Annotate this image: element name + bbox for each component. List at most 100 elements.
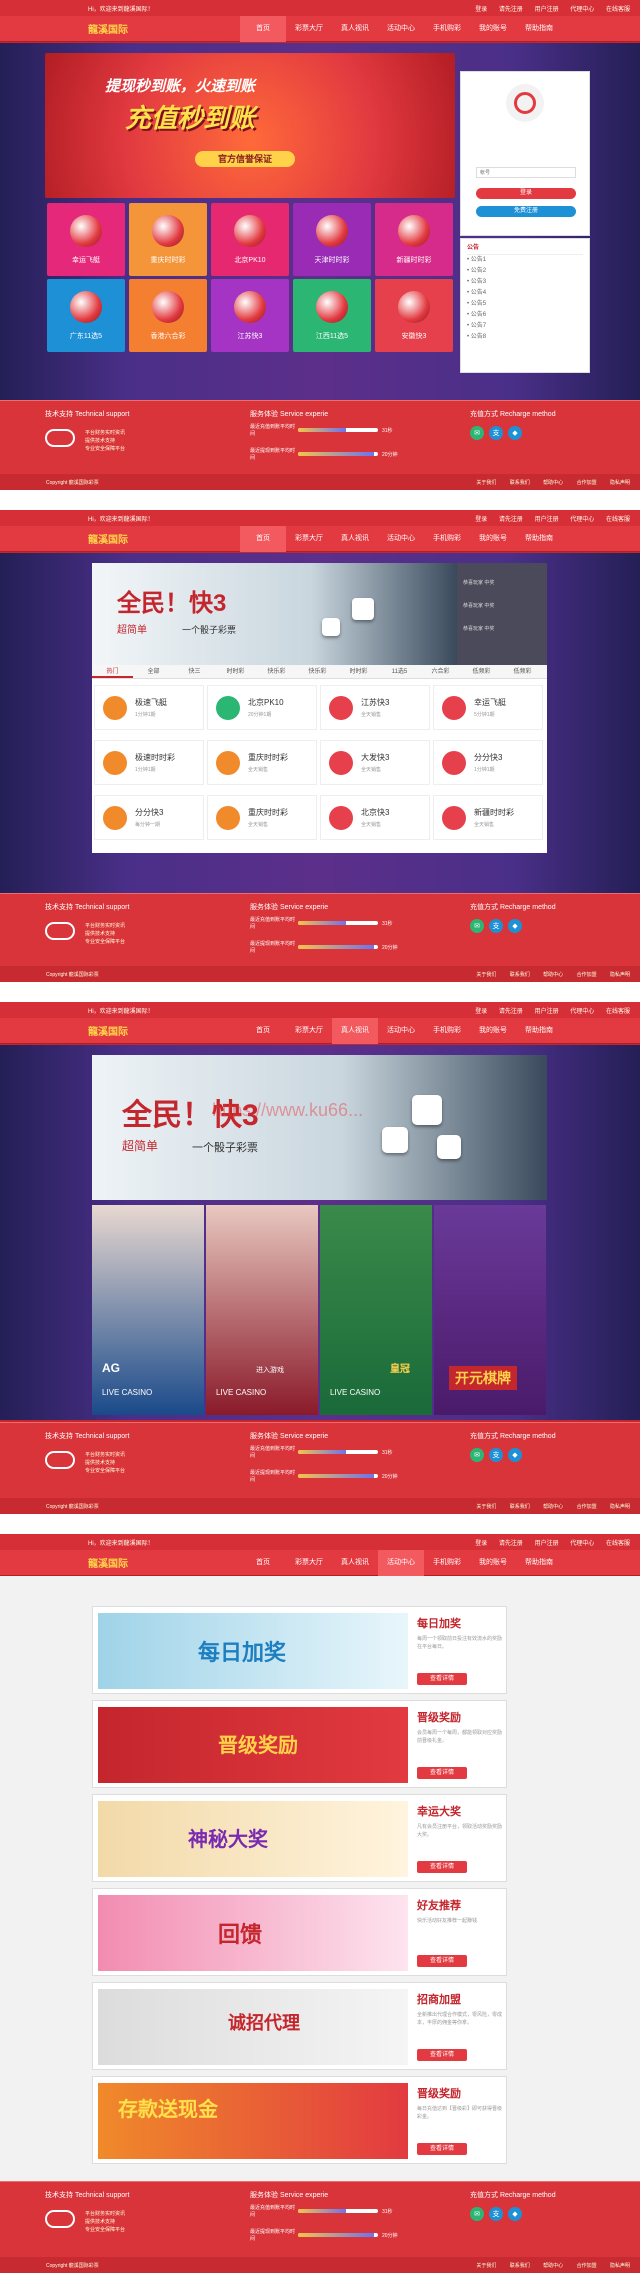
lottery-card[interactable]: 极速飞艇 1分钟1期 [94, 685, 204, 730]
hero-button[interactable]: 官方信誉保证 [195, 151, 295, 167]
tab[interactable]: 时时彩 [338, 665, 379, 678]
top-link[interactable]: 用户注册 [535, 7, 559, 13]
top-link[interactable]: 在线客服 [606, 517, 630, 523]
nav-item-account[interactable]: 我的账号 [470, 526, 516, 552]
promo-detail-button[interactable]: 查看详情 [417, 2049, 467, 2061]
notice-item[interactable]: • 公告5 [467, 299, 583, 310]
lottery-card[interactable]: 极速时时彩 1分钟1期 [94, 740, 204, 785]
tab-hot[interactable]: 热门 [92, 665, 133, 678]
bottom-link[interactable]: 帮助中心 [543, 480, 563, 486]
bottom-link[interactable]: 隐私声明 [610, 2263, 630, 2269]
lottery-tile[interactable]: 江苏快3 [211, 279, 289, 352]
nav-item-help[interactable]: 帮助指南 [516, 1550, 562, 1576]
promo-detail-button[interactable]: 查看详情 [417, 1861, 467, 1873]
bottom-link[interactable]: 帮助中心 [543, 972, 563, 978]
top-link[interactable]: 在线客服 [606, 1541, 630, 1547]
top-link[interactable]: 请先注册 [499, 517, 523, 523]
nav-item-mobile[interactable]: 手机购彩 [424, 1550, 470, 1576]
lottery-tile[interactable]: 香港六合彩 [129, 279, 207, 352]
casino-card[interactable]: 开元棋牌 [434, 1205, 546, 1415]
register-button[interactable]: 免费注册 [476, 206, 576, 217]
lottery-tile[interactable]: 北京PK10 [211, 203, 289, 276]
top-link[interactable]: 用户注册 [535, 1541, 559, 1547]
casino-card[interactable]: LIVE CASINO 进入游戏 [206, 1205, 318, 1415]
bottom-link[interactable]: 联系我们 [510, 972, 530, 978]
notice-item[interactable]: • 公告3 [467, 277, 583, 288]
top-link[interactable]: 请先注册 [499, 1009, 523, 1015]
lottery-card[interactable]: 幸运飞艇 5分钟1期 [433, 685, 543, 730]
tab[interactable]: 时时彩 [215, 665, 256, 678]
username-input[interactable] [476, 167, 576, 178]
notice-item[interactable]: • 公告6 [467, 310, 583, 321]
lottery-card[interactable]: 大发快3 全天销售 [320, 740, 430, 785]
tab[interactable]: 全部 [133, 665, 174, 678]
lottery-card[interactable]: 北京快3 全天销售 [320, 795, 430, 840]
notice-item[interactable]: • 公告7 [467, 321, 583, 332]
promo-detail-button[interactable]: 查看详情 [417, 1955, 467, 1967]
nav-item-promotions[interactable]: 活动中心 [378, 1018, 424, 1044]
lottery-card[interactable]: 江苏快3 全天销售 [320, 685, 430, 730]
nav-item-live[interactable]: 真人视讯 [332, 1550, 378, 1576]
bottom-link[interactable]: 联系我们 [510, 1504, 530, 1510]
nav-item-promotions[interactable]: 活动中心 [378, 526, 424, 552]
bottom-link[interactable]: 合作加盟 [577, 1504, 597, 1510]
top-link[interactable]: 登录 [475, 7, 487, 13]
top-link[interactable]: 代理中心 [570, 1009, 594, 1015]
top-link[interactable]: 代理中心 [570, 7, 594, 13]
nav-item-promotions[interactable]: 活动中心 [378, 1549, 424, 1576]
lottery-tile[interactable]: 安徽快3 [375, 279, 453, 352]
lottery-card[interactable]: 分分快3 每分钟一期 [94, 795, 204, 840]
bottom-link[interactable]: 关于我们 [476, 2263, 496, 2269]
nav-item-promotions[interactable]: 活动中心 [378, 16, 424, 42]
lottery-card[interactable]: 重庆时时彩 全天销售 [207, 795, 317, 840]
top-link[interactable]: 在线客服 [606, 7, 630, 13]
bottom-link[interactable]: 帮助中心 [543, 2263, 563, 2269]
nav-item-live[interactable]: 真人视讯 [332, 1017, 378, 1044]
top-link[interactable]: 登录 [475, 517, 487, 523]
top-link[interactable]: 用户注册 [535, 517, 559, 523]
site-logo[interactable]: 龍溪国际 [0, 1550, 150, 1576]
tab[interactable]: 快乐彩 [297, 665, 338, 678]
tab[interactable]: 低频彩 [461, 665, 502, 678]
notice-item[interactable]: • 公告4 [467, 288, 583, 299]
lottery-card[interactable]: 北京PK10 20分钟1期 [207, 685, 317, 730]
lottery-tile[interactable]: 新疆时时彩 [375, 203, 453, 276]
nav-item-home[interactable]: 首页 [240, 1550, 286, 1576]
lottery-tile[interactable]: 广东11选5 [47, 279, 125, 352]
bottom-link[interactable]: 合作加盟 [577, 2263, 597, 2269]
bottom-link[interactable]: 隐私声明 [610, 972, 630, 978]
lottery-card[interactable]: 重庆时时彩 全天销售 [207, 740, 317, 785]
nav-item-lottery[interactable]: 彩票大厅 [286, 16, 332, 42]
lottery-card[interactable]: 新疆时时彩 全天销售 [433, 795, 543, 840]
promo-detail-button[interactable]: 查看详情 [417, 1767, 467, 1779]
bottom-link[interactable]: 合作加盟 [577, 480, 597, 486]
top-link[interactable]: 请先注册 [499, 1541, 523, 1547]
lottery-tile[interactable]: 幸运飞艇 [47, 203, 125, 276]
nav-item-help[interactable]: 帮助指南 [516, 16, 562, 42]
tab[interactable]: 低频彩 [502, 665, 543, 678]
nav-item-account[interactable]: 我的账号 [470, 1018, 516, 1044]
notice-item[interactable]: • 公告8 [467, 332, 583, 343]
top-link[interactable]: 登录 [475, 1541, 487, 1547]
nav-item-lottery[interactable]: 彩票大厅 [286, 1018, 332, 1044]
nav-item-lottery[interactable]: 彩票大厅 [286, 1550, 332, 1576]
nav-item-home[interactable]: 首页 [240, 15, 286, 42]
top-link[interactable]: 用户注册 [535, 1009, 559, 1015]
promo-detail-button[interactable]: 查看详情 [417, 2143, 467, 2155]
top-link[interactable]: 登录 [475, 1009, 487, 1015]
bottom-link[interactable]: 合作加盟 [577, 972, 597, 978]
site-logo[interactable]: 龍溪国际 [0, 1018, 150, 1044]
lottery-card[interactable]: 分分快3 1分钟1期 [433, 740, 543, 785]
notice-item[interactable]: • 公告1 [467, 255, 583, 266]
lottery-tile[interactable]: 天津时时彩 [293, 203, 371, 276]
nav-item-help[interactable]: 帮助指南 [516, 1018, 562, 1044]
top-link[interactable]: 代理中心 [570, 1541, 594, 1547]
bottom-link[interactable]: 联系我们 [510, 2263, 530, 2269]
lottery-tile[interactable]: 江西11选5 [293, 279, 371, 352]
nav-item-help[interactable]: 帮助指南 [516, 526, 562, 552]
bottom-link[interactable]: 隐私声明 [610, 480, 630, 486]
bottom-link[interactable]: 关于我们 [476, 480, 496, 486]
nav-item-home[interactable]: 首页 [240, 525, 286, 552]
top-link[interactable]: 在线客服 [606, 1009, 630, 1015]
nav-item-account[interactable]: 我的账号 [470, 1550, 516, 1576]
